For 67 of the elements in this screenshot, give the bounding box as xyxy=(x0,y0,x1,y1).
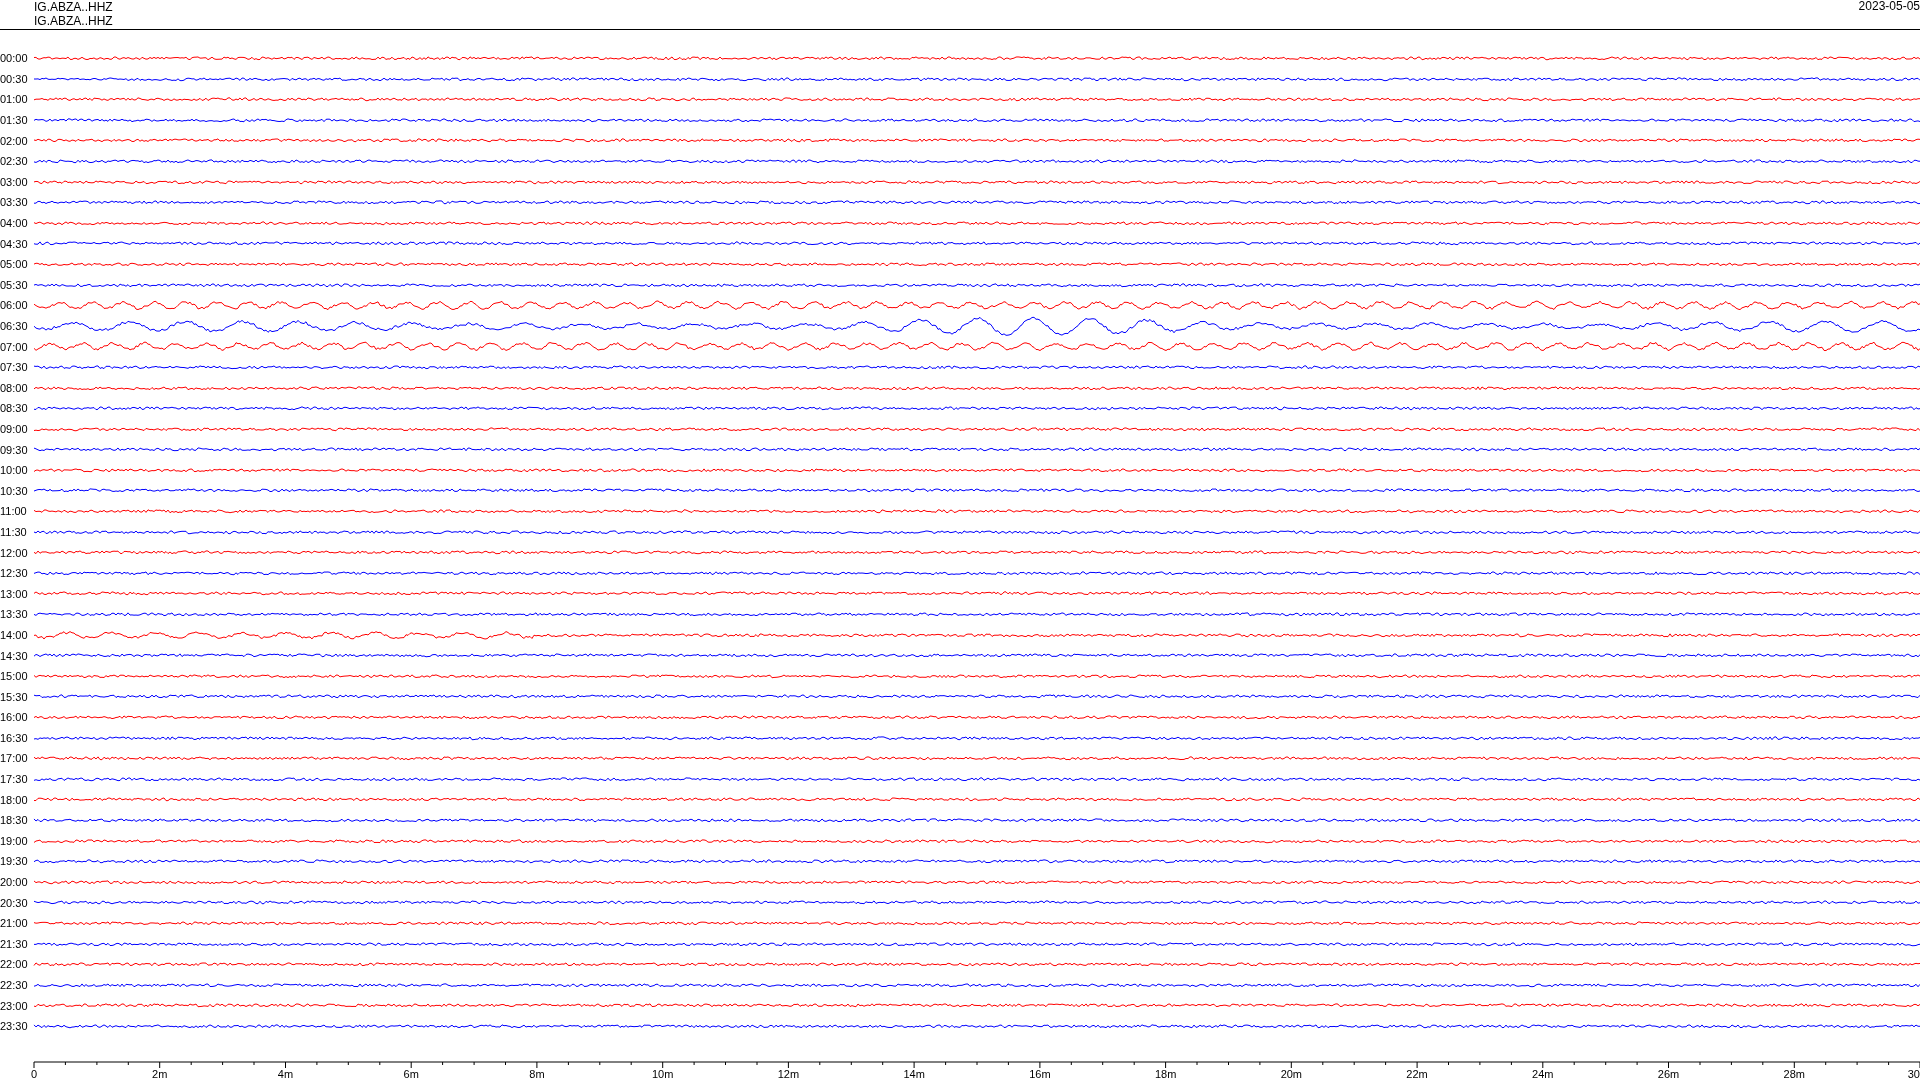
station-label: IG.ABZA..HHZ xyxy=(34,0,113,14)
time-label: 00:30 xyxy=(0,72,29,85)
time-label: 17:00 xyxy=(0,752,29,765)
time-label: 13:30 xyxy=(0,608,29,621)
time-label: 15:30 xyxy=(0,690,29,703)
time-label: 16:30 xyxy=(0,731,29,744)
date-label: 2023-05-05 xyxy=(1858,0,1920,13)
time-label: 16:00 xyxy=(0,711,29,724)
axis-tick-label: 30 xyxy=(1907,1067,1920,1080)
time-label: 08:00 xyxy=(0,381,29,394)
time-label: 11:30 xyxy=(0,525,28,538)
time-label: 07:00 xyxy=(0,340,29,353)
time-label: 05:00 xyxy=(0,258,29,271)
axis-tick-label: 4m xyxy=(277,1067,294,1080)
time-label: 19:30 xyxy=(0,855,29,868)
axis-tick-label: 16m xyxy=(1029,1067,1051,1080)
axis-tick-label: 14m xyxy=(903,1067,925,1080)
time-label: 09:30 xyxy=(0,443,29,456)
time-label: 23:00 xyxy=(0,999,29,1012)
axis-tick-label: 28m xyxy=(1783,1067,1805,1080)
time-label: 12:30 xyxy=(0,567,29,580)
time-label: 06:30 xyxy=(0,320,29,332)
time-label: 20:00 xyxy=(0,876,29,889)
time-label: 15:00 xyxy=(0,670,29,683)
axis-tick-label: 18m xyxy=(1154,1067,1177,1080)
time-label: 02:00 xyxy=(0,134,29,147)
axis-tick-label: 12m xyxy=(777,1067,800,1080)
time-label: 22:30 xyxy=(0,979,29,991)
axis-tick-label: 26m xyxy=(1657,1067,1680,1080)
time-label: 04:00 xyxy=(0,217,29,230)
time-label: 02:30 xyxy=(0,155,29,168)
time-label: 10:00 xyxy=(0,464,29,477)
time-label: 10:30 xyxy=(0,484,29,497)
time-label: 18:00 xyxy=(0,793,29,806)
time-label: 05:30 xyxy=(0,278,29,291)
time-label: 11:00 xyxy=(0,505,28,518)
time-label: 09:00 xyxy=(0,423,29,435)
time-label: 22:00 xyxy=(0,958,29,971)
time-label: 23:30 xyxy=(0,1020,29,1033)
time-label: 00:00 xyxy=(0,52,29,65)
axis-tick-label: 2m xyxy=(152,1067,168,1080)
axis-tick-label: 24m xyxy=(1532,1067,1554,1080)
axis-tick-label: 20m xyxy=(1280,1067,1303,1080)
axis-tick-label: 8m xyxy=(529,1067,545,1080)
time-label: 14:00 xyxy=(0,628,29,641)
time-label: 19:00 xyxy=(0,834,29,847)
time-label: 14:30 xyxy=(0,649,29,662)
time-label: 21:00 xyxy=(0,917,29,930)
axis-tick-label: 0 xyxy=(30,1067,38,1080)
time-label: 03:00 xyxy=(0,175,29,188)
time-label: 01:00 xyxy=(0,93,29,106)
time-label: 07:30 xyxy=(0,361,29,374)
axis-tick-label: 6m xyxy=(403,1067,419,1080)
station-label: IG.ABZA..HHZ xyxy=(34,14,113,28)
time-label: 12:00 xyxy=(0,546,29,559)
time-label: 13:00 xyxy=(0,587,29,600)
axis-tick-label: 10m xyxy=(651,1067,674,1080)
time-label: 06:00 xyxy=(0,299,29,312)
time-label: 08:30 xyxy=(0,402,29,415)
time-label: 17:30 xyxy=(0,773,29,786)
axis-tick-label: 22m xyxy=(1406,1067,1428,1080)
time-label: 20:30 xyxy=(0,896,29,909)
time-label: 18:30 xyxy=(0,814,29,827)
time-label: 01:30 xyxy=(0,114,29,127)
time-label: 03:30 xyxy=(0,196,29,209)
time-label: 04:30 xyxy=(0,237,29,250)
time-label: 21:30 xyxy=(0,937,29,950)
